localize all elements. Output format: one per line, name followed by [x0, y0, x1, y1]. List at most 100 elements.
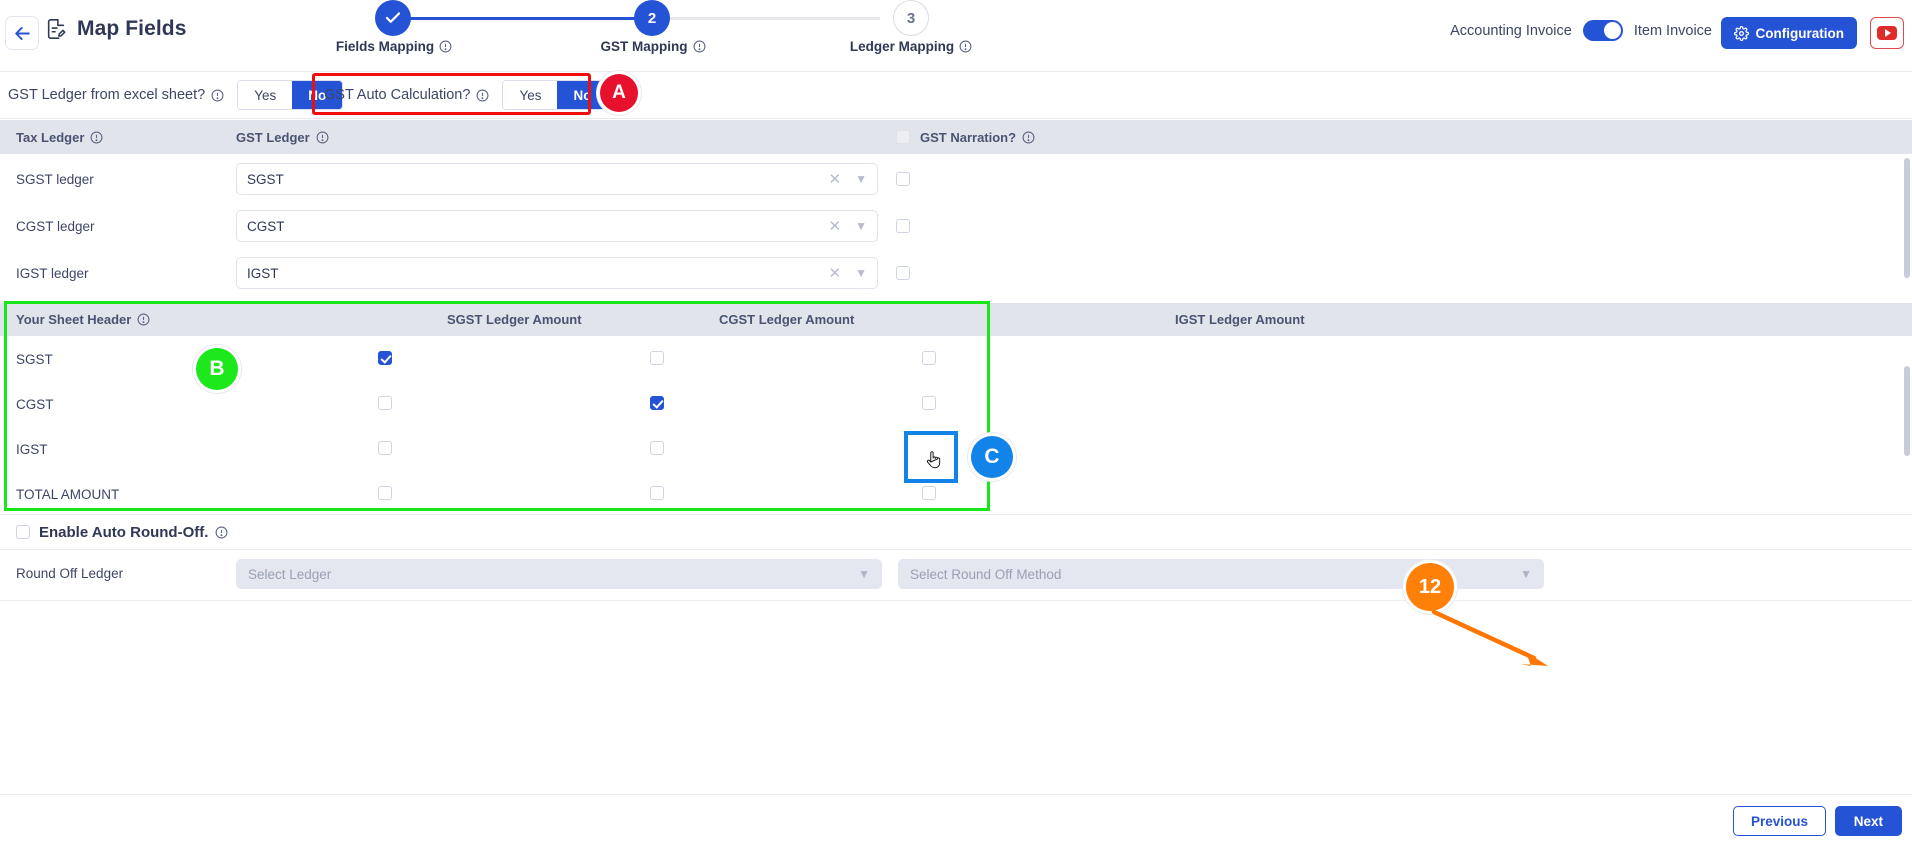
step-node-3[interactable]: 3	[893, 0, 929, 36]
matrix-checkbox-total-cgst[interactable]	[650, 486, 664, 500]
matrix-checkbox-sgst-cgst[interactable]	[650, 351, 664, 365]
matrix-row-label-igst: IGST	[16, 442, 48, 457]
next-button[interactable]: Next	[1834, 806, 1902, 836]
matrix-checkbox-cgst-igst[interactable]	[922, 396, 936, 410]
wizard-stepper: 2 3 Fields Mapping GST Mapping Ledger Ma…	[330, 0, 990, 62]
chevron-down-icon[interactable]: ▼	[855, 266, 867, 280]
matrix-row-label-total-amount: TOTAL AMOUNT	[16, 487, 120, 502]
annotation-badge-c: C	[971, 436, 1013, 478]
info-icon	[211, 89, 224, 101]
column-tax-ledger-text: Tax Ledger	[16, 129, 85, 145]
matrix-checkbox-total-sgst[interactable]	[378, 486, 392, 500]
column-gst-ledger: GST Ledger	[236, 130, 329, 145]
gst-ledger-from-excel-text: GST Ledger from excel sheet?	[8, 87, 206, 103]
info-icon	[959, 40, 972, 53]
column-gst-narration-text: GST Narration?	[920, 129, 1017, 145]
invoice-type-switch[interactable]	[1582, 20, 1623, 41]
gst-ledger-select-igst-value: IGST	[247, 265, 279, 281]
enable-auto-round-off-label: Enable Auto Round-Off.	[39, 524, 228, 541]
close-icon[interactable]: ✕	[829, 170, 842, 188]
step-label-3-text: Ledger Mapping	[849, 39, 955, 54]
page-title-group: Map Fields	[45, 17, 187, 41]
gst-narration-header-checkbox[interactable]	[896, 130, 910, 144]
round-off-ledger-placeholder: Select Ledger	[248, 566, 332, 582]
matrix-checkbox-sgst-sgst[interactable]	[378, 351, 392, 365]
gst-ledger-select-igst[interactable]: IGST ✕ ▼	[236, 257, 878, 289]
matrix-row-label-cgst: CGST	[16, 397, 54, 412]
table-row: SGST	[0, 336, 1912, 381]
switch-knob	[1603, 22, 1621, 39]
enable-auto-round-off-checkbox[interactable]	[16, 525, 30, 539]
mouse-pointer-hand-icon	[926, 451, 941, 469]
youtube-icon	[1877, 26, 1897, 40]
column-tax-ledger: Tax Ledger	[16, 130, 103, 145]
gst-auto-calculation-text: GST Auto Calculation?	[324, 87, 471, 103]
gst-ledger-select-cgst-value: CGST	[247, 218, 285, 234]
info-icon	[215, 526, 228, 538]
chevron-down-icon[interactable]: ▼	[855, 219, 867, 233]
chevron-down-icon: ▼	[858, 567, 870, 581]
annotation-badge-b: B	[196, 348, 238, 390]
matrix-checkbox-sgst-igst[interactable]	[922, 351, 936, 365]
gst-ledger-from-excel-label: GST Ledger from excel sheet?	[8, 87, 224, 103]
chevron-down-icon[interactable]: ▼	[855, 172, 867, 186]
table-row: CGST	[0, 381, 1912, 426]
footer-bar: Previous Next	[0, 794, 1912, 850]
column-your-sheet-header-text: Your Sheet Header	[16, 312, 132, 327]
matrix-checkbox-cgst-sgst[interactable]	[378, 396, 392, 410]
step-line-1-2	[410, 17, 645, 20]
previous-button[interactable]: Previous	[1732, 806, 1826, 836]
amount-matrix-scrollbar[interactable]	[1904, 366, 1910, 456]
close-icon[interactable]: ✕	[829, 264, 842, 282]
matrix-row-label-sgst: SGST	[16, 352, 53, 367]
step-node-2[interactable]: 2	[634, 0, 670, 36]
matrix-checkbox-cgst-cgst[interactable]	[650, 396, 664, 410]
step-node-1[interactable]	[375, 0, 411, 36]
page-title: Map Fields	[77, 17, 187, 40]
column-igst-ledger-amount: IGST Ledger Amount	[1175, 312, 1305, 327]
map-fields-page: Map Fields 2 3 Fields Mapping GST Mappin…	[0, 0, 1912, 850]
gst-auto-calculation-label: GST Auto Calculation?	[324, 87, 489, 103]
narration-checkbox-cgst[interactable]	[896, 219, 910, 233]
matrix-checkbox-igst-sgst[interactable]	[378, 441, 392, 455]
info-icon	[137, 313, 150, 326]
narration-checkbox-igst[interactable]	[896, 266, 910, 280]
gst-ledger-select-sgst-value: SGST	[247, 171, 284, 187]
step-label-1: Fields Mapping	[330, 39, 458, 54]
step-label-1-text: Fields Mapping	[335, 39, 435, 54]
gst-ledger-select-cgst[interactable]: CGST ✕ ▼	[236, 210, 878, 242]
matrix-checkbox-igst-cgst[interactable]	[650, 441, 664, 455]
narration-checkbox-sgst[interactable]	[896, 172, 910, 186]
question-bar: GST Ledger from excel sheet? Yes No GST …	[0, 72, 1912, 119]
step-line-2-3	[645, 17, 880, 20]
table-row: CGST ledger CGST ✕ ▼	[0, 203, 1912, 249]
gst-auto-calculation-yesno: Yes No	[502, 80, 609, 110]
matrix-checkbox-total-igst[interactable]	[922, 486, 936, 500]
row-label-sgst-ledger: SGST ledger	[16, 171, 94, 187]
item-invoice-label: Item Invoice	[1633, 22, 1712, 39]
round-off-header: Enable Auto Round-Off.	[0, 514, 1912, 550]
table-row: SGST ledger SGST ✕ ▼	[0, 156, 1912, 202]
youtube-help-button[interactable]	[1870, 17, 1904, 49]
info-icon	[1022, 131, 1035, 143]
check-icon	[385, 12, 401, 23]
step-label-2: GST Mapping	[589, 39, 717, 54]
step-label-3: Ledger Mapping	[847, 39, 975, 54]
tax-ledger-table-body: SGST ledger SGST ✕ ▼ CGST ledger CGST ✕ …	[0, 154, 1912, 294]
gst-auto-calculation-yes[interactable]: Yes	[503, 81, 558, 109]
annotation-arrow-icon	[1431, 609, 1548, 666]
info-icon	[476, 89, 489, 101]
round-off-method-placeholder: Select Round Off Method	[910, 566, 1062, 582]
back-button[interactable]	[5, 16, 39, 50]
configuration-button[interactable]: Configuration	[1720, 17, 1857, 49]
annotation-badge-12: 12	[1406, 563, 1454, 611]
arrow-left-icon	[14, 26, 30, 40]
gst-ledger-select-sgst[interactable]: SGST ✕ ▼	[236, 163, 878, 195]
column-your-sheet-header: Your Sheet Header	[16, 312, 150, 327]
tax-table-scrollbar[interactable]	[1904, 158, 1910, 278]
round-off-divider	[0, 600, 1912, 601]
close-icon[interactable]: ✕	[829, 217, 842, 235]
round-off-ledger-select[interactable]: Select Ledger ▼	[236, 559, 882, 589]
round-off-ledger-label: Round Off Ledger	[16, 566, 124, 581]
gst-ledger-from-excel-yes[interactable]: Yes	[238, 81, 293, 109]
